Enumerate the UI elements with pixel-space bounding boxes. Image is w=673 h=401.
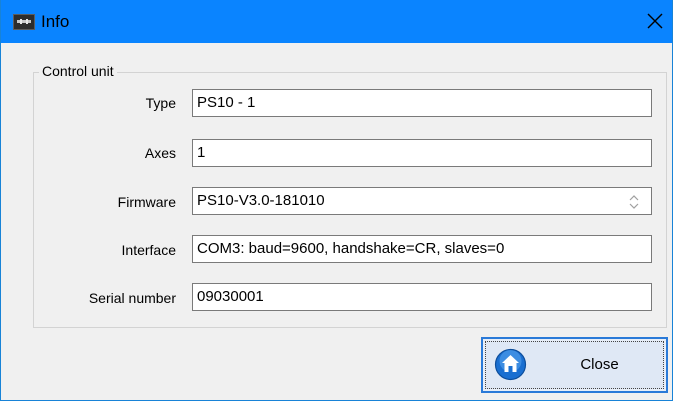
firmware-label: Firmware (117, 194, 176, 210)
firmware-field[interactable]: PS10-V3.0-181010 (192, 187, 652, 215)
firmware-value: PS10-V3.0-181010 (197, 192, 325, 209)
serial-number-field[interactable]: 09030001 (192, 283, 652, 311)
window-title: Info (41, 12, 70, 31)
type-field[interactable]: PS10 - 1 (192, 89, 652, 117)
info-dialog: Info Control unit Type PS10 - 1 Axes 1 F… (0, 0, 673, 401)
interface-label: Interface (121, 242, 176, 258)
close-button-label: Close (580, 356, 619, 373)
type-label: Type (145, 95, 176, 111)
group-legend: Control unit (39, 63, 117, 79)
serial-number-label: Serial number (88, 290, 176, 306)
app-icon (13, 14, 35, 30)
interface-field[interactable]: COM3: baud=9600, handshake=CR, slaves=0 (192, 235, 652, 263)
axes-label: Axes (144, 145, 176, 161)
title-bar[interactable]: Info (1, 0, 672, 43)
axes-field[interactable]: 1 (192, 139, 652, 167)
close-button[interactable]: Close (481, 337, 668, 393)
close-icon[interactable] (644, 10, 666, 32)
spinner-icon[interactable] (627, 192, 641, 212)
